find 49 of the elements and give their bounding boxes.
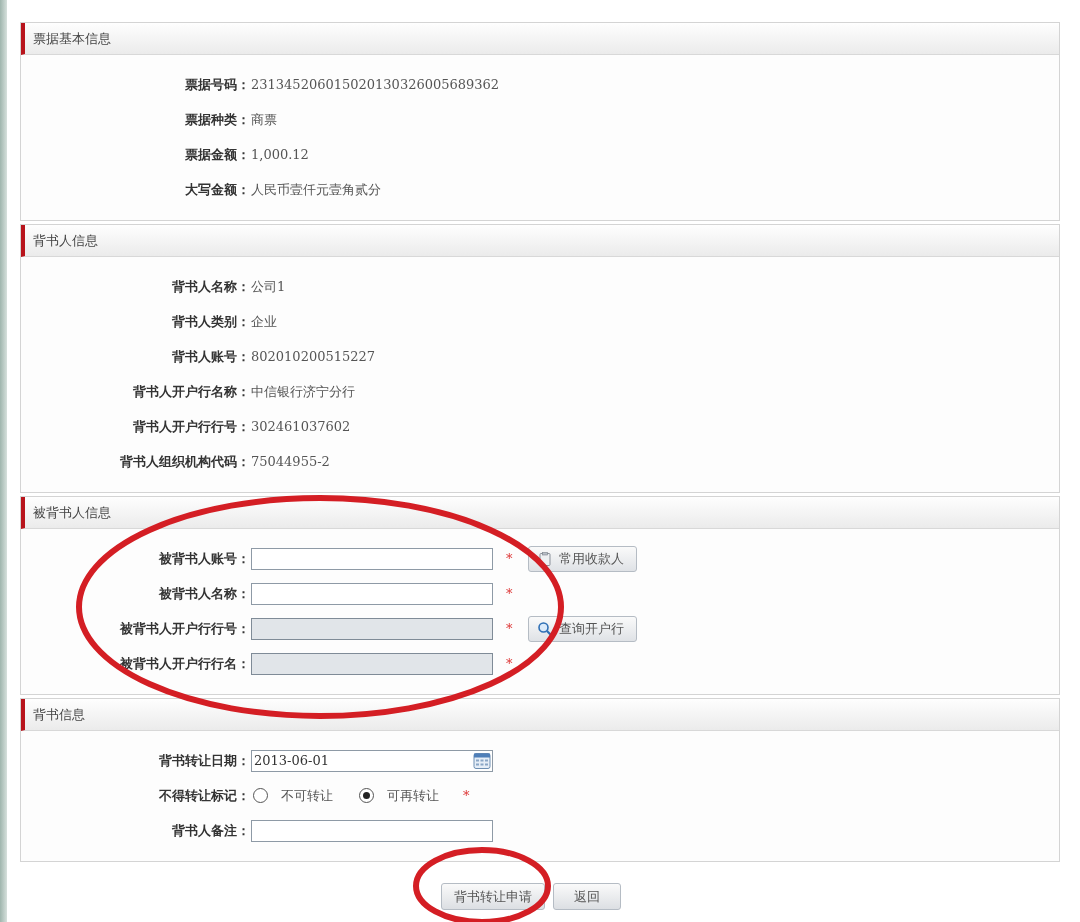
field-label: 被背书人名称： xyxy=(157,584,250,603)
input-field[interactable] xyxy=(251,819,493,842)
input-field[interactable] xyxy=(251,547,493,570)
field-label: 背书转让日期： xyxy=(158,751,250,770)
required-mark: * xyxy=(506,586,514,601)
field-label: 被背书人开户行行号： xyxy=(118,619,250,638)
payee-list-button[interactable]: 常用收款人 xyxy=(528,545,637,572)
field-value: 75044955-2 xyxy=(251,454,330,469)
field-value: 中信银行济宁分行 xyxy=(251,382,355,401)
section-title: 背书信息 xyxy=(33,705,85,724)
field-value: 商票 xyxy=(251,110,277,129)
field-label: 票据金额： xyxy=(184,145,250,164)
field-value: 1,000.12 xyxy=(251,147,309,162)
back-button[interactable]: 返回 xyxy=(553,883,621,910)
calendar-icon[interactable] xyxy=(473,751,491,770)
radio-button[interactable] xyxy=(253,788,268,803)
input-field[interactable] xyxy=(251,582,493,605)
field-value: 302461037602 xyxy=(251,419,351,434)
field-label: 背书人账号： xyxy=(171,347,250,366)
field-label: 背书人开户行行号： xyxy=(132,417,250,436)
field-value: 802010200515227 xyxy=(251,349,376,364)
required-mark: * xyxy=(506,551,514,566)
section-title: 被背书人信息 xyxy=(33,503,111,522)
field-label: 大写金额： xyxy=(184,180,250,199)
field-label: 票据号码： xyxy=(184,75,250,94)
section-title: 票据基本信息 xyxy=(33,29,111,48)
radio-button[interactable] xyxy=(359,788,374,803)
search-icon xyxy=(537,620,553,637)
field-value: 企业 xyxy=(251,312,277,331)
required-mark: * xyxy=(463,788,471,803)
radio-label: 可再转让 xyxy=(387,786,439,805)
field-label: 背书人类别： xyxy=(171,312,250,331)
field-label: 背书人备注： xyxy=(171,821,250,840)
field-label: 不得转让标记： xyxy=(158,786,250,805)
field-label: 背书人名称： xyxy=(171,277,250,296)
date-field[interactable]: 2013-06-01 xyxy=(251,749,493,772)
section-title: 背书人信息 xyxy=(33,231,98,250)
field-label: 被背书人账号： xyxy=(157,549,250,568)
field-value: 231345206015020130326005689362 xyxy=(251,77,500,92)
clipboard-icon xyxy=(537,550,553,567)
submit-button[interactable]: 背书转让申请 xyxy=(441,883,545,910)
field-label: 票据种类： xyxy=(184,110,250,129)
required-mark: * xyxy=(506,621,514,636)
field-value: 人民币壹仟元壹角贰分 xyxy=(251,180,381,199)
field-value: 公司1 xyxy=(251,277,286,296)
field-label: 背书人组织机构代码： xyxy=(119,452,250,471)
field-label: 背书人开户行名称： xyxy=(132,382,250,401)
radio-label: 不可转让 xyxy=(281,786,333,805)
required-mark: * xyxy=(506,656,514,671)
